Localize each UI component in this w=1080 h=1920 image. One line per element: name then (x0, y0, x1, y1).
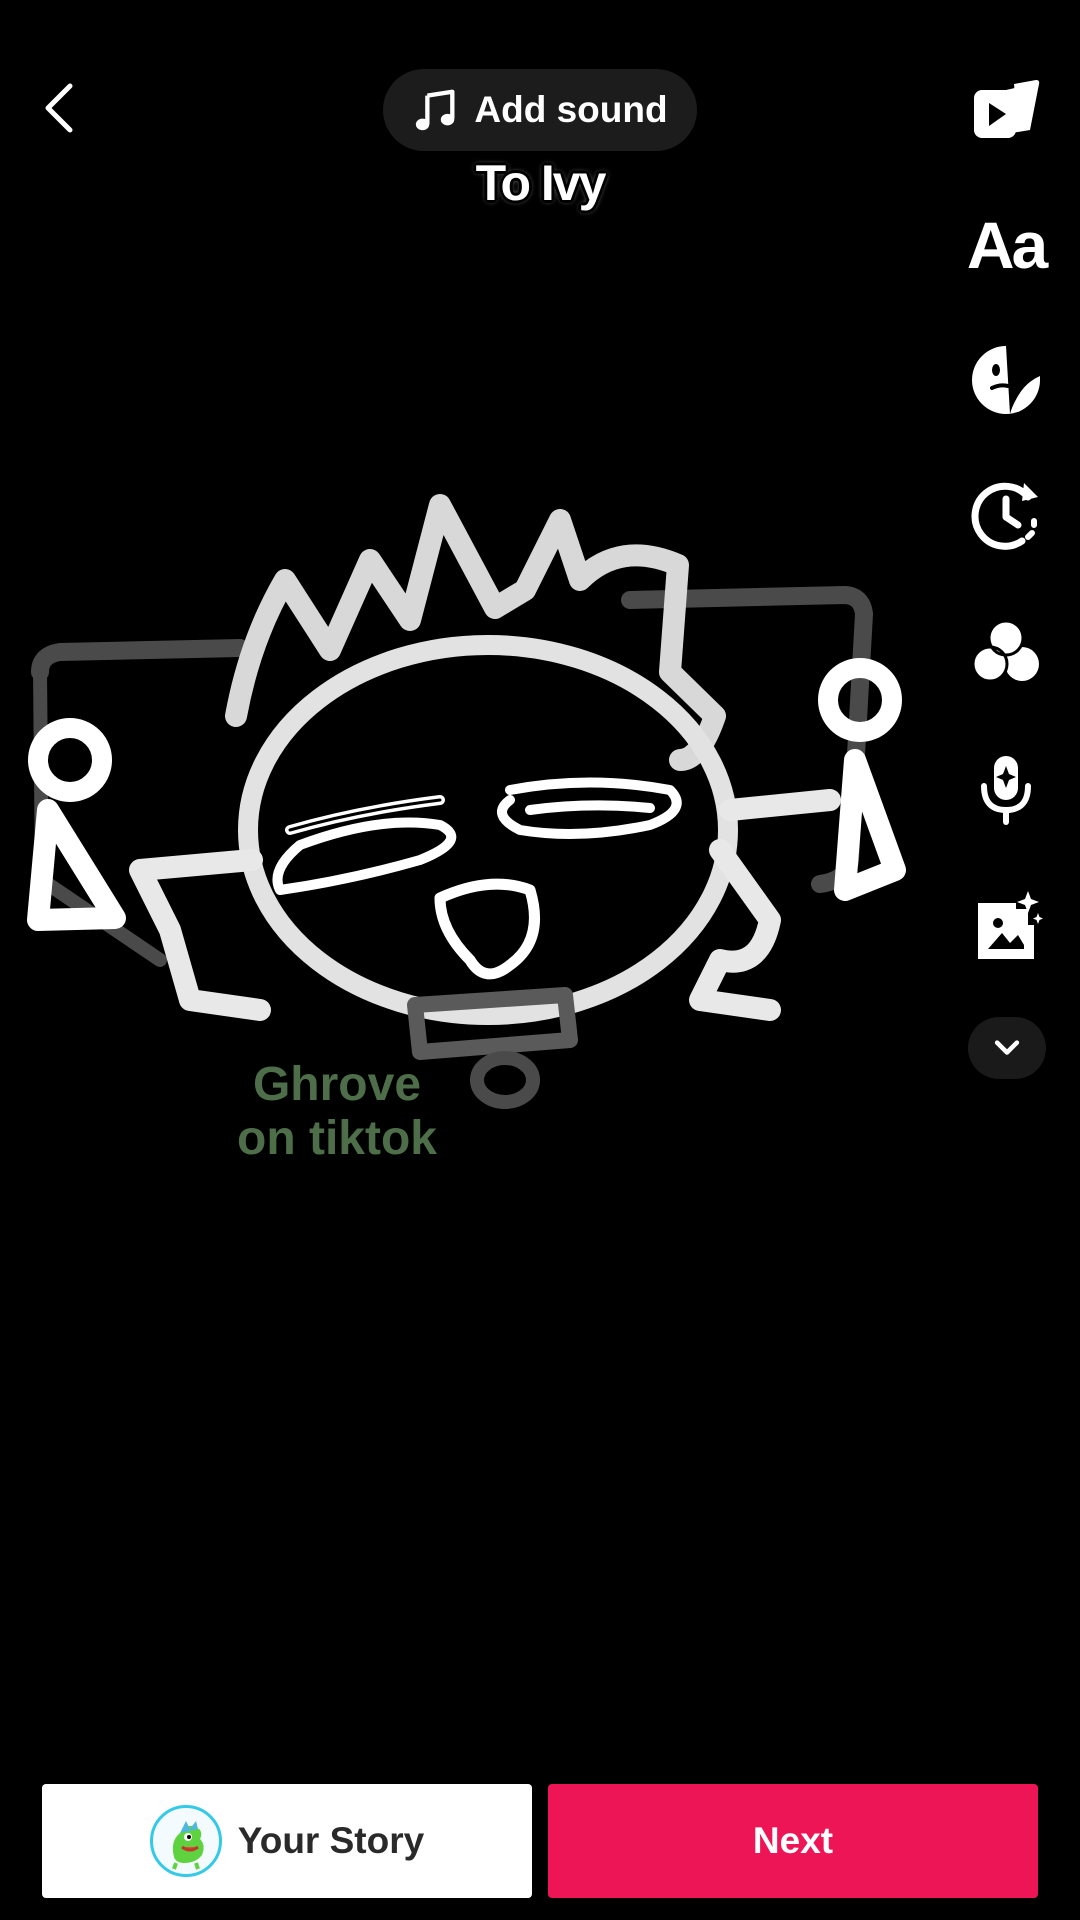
stickers-button[interactable] (966, 340, 1046, 420)
back-button[interactable] (36, 76, 84, 140)
music-note-icon (416, 89, 455, 131)
chevron-left-icon (45, 83, 73, 133)
timer-button[interactable] (966, 475, 1046, 555)
text-tool-button[interactable]: Aa (966, 205, 1048, 285)
add-sound-button[interactable]: Add sound (383, 69, 697, 151)
voice-effects-icon (981, 756, 1031, 825)
your-story-button[interactable]: Your Story (42, 1784, 532, 1898)
effects-icon (971, 619, 1039, 683)
watermark-text: Ghrove on tiktok (237, 1058, 437, 1165)
more-tools-button[interactable] (968, 1017, 1046, 1079)
next-label: Next (752, 1820, 834, 1861)
text-tool-label: Aa (966, 208, 1048, 282)
caption-text[interactable]: To Ivy (0, 154, 1080, 212)
drawing-image (27, 494, 906, 1109)
templates-button[interactable] (966, 68, 1046, 148)
image-icon (978, 891, 1043, 959)
effects-button[interactable] (966, 612, 1046, 692)
chevron-down-icon (994, 1040, 1020, 1055)
add-sound-label: Add sound (474, 89, 668, 130)
sticker-icon (972, 346, 1040, 414)
next-button[interactable]: Next (548, 1784, 1038, 1898)
templates-icon (974, 80, 1040, 138)
your-story-label: Your Story (237, 1820, 425, 1861)
dino-avatar-icon (171, 1821, 204, 1870)
avatar (149, 1805, 222, 1877)
voice-effects-button[interactable] (966, 748, 1046, 828)
image-button[interactable] (966, 885, 1046, 965)
timer-icon (971, 482, 1038, 550)
